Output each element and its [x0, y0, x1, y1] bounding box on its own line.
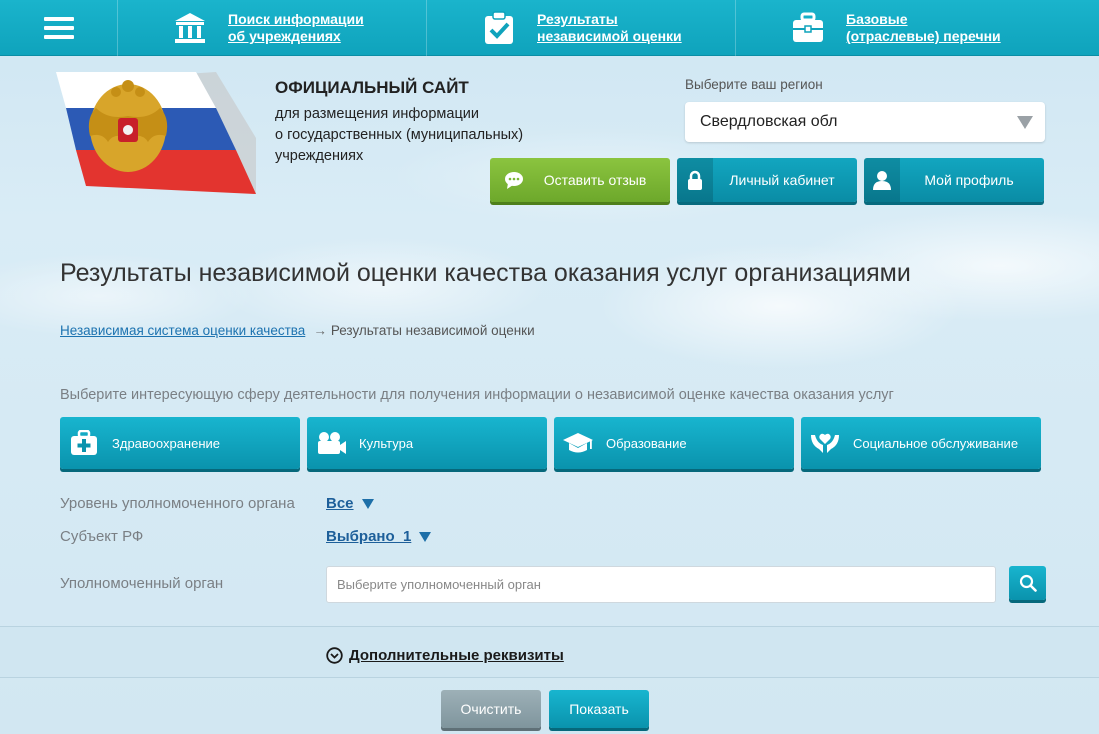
org-search-button[interactable]: [1009, 566, 1046, 600]
category-healthcare-button[interactable]: Здравоохранение: [60, 417, 300, 469]
lock-icon: [677, 158, 713, 202]
graduation-cap-icon: [554, 417, 602, 469]
site-title: ОФИЦИАЛЬНЫЙ САЙТ: [275, 78, 469, 97]
category-prompt: Выберите интересующую сферу деятельности…: [60, 387, 894, 403]
briefcase-icon: [793, 12, 823, 42]
menu-button[interactable]: [0, 0, 118, 56]
search-icon: [1019, 574, 1037, 592]
subject-select[interactable]: Выбрано 1: [326, 528, 432, 545]
page-title: Результаты независимой оценки качества о…: [60, 259, 911, 287]
org-label: Уполномоченный орган: [60, 575, 224, 592]
extra-details-label: Дополнительные реквизиты: [349, 647, 564, 664]
breadcrumb-current: Результаты независимой оценки: [330, 323, 535, 338]
region-value: Свердловская обл: [700, 113, 838, 130]
category-label: Здравоохранение: [112, 435, 221, 451]
personal-cabinet-button[interactable]: Личный кабинет: [677, 158, 857, 202]
breadcrumb-separator: →: [313, 323, 327, 338]
category-label: Культура: [359, 435, 414, 451]
profile-label: Мой профиль: [924, 172, 1014, 188]
org-input[interactable]: [326, 566, 996, 603]
show-button[interactable]: Показать: [549, 690, 649, 728]
category-label: Социальное обслуживание: [853, 435, 1019, 451]
caring-hands-icon: [801, 417, 849, 469]
triangle-down-icon: [361, 498, 374, 509]
nav-item-institutions[interactable]: Поиск информации об учреждениях: [118, 0, 427, 56]
nav-item-label: Поиск информации об учреждениях: [228, 11, 364, 44]
nav-item-label: Результаты независимой оценки: [537, 11, 682, 44]
region-label: Выберите ваш регион: [685, 77, 823, 92]
cabinet-label: Личный кабинет: [729, 172, 835, 188]
user-icon: [864, 158, 900, 202]
triangle-down-icon: [419, 531, 432, 542]
building-icon: [175, 13, 205, 43]
clipboard-check-icon: [485, 11, 513, 44]
level-select[interactable]: Все: [326, 495, 374, 512]
feedback-label: Оставить отзыв: [543, 172, 647, 188]
medkit-icon: [60, 417, 108, 469]
breadcrumb: Независимая система оценки качества → Резу…: [60, 323, 535, 338]
chat-bubble-icon: [496, 158, 532, 202]
category-education-button[interactable]: Образование: [554, 417, 794, 469]
breadcrumb-link[interactable]: Независимая система оценки качества: [60, 323, 305, 338]
russian-flag-logo: [56, 72, 256, 194]
nav-item-label: Базовые (отраслевые) перечни: [846, 11, 1001, 44]
nav-item-assessment-results[interactable]: Результаты независимой оценки: [427, 0, 736, 56]
nav-item-base-lists[interactable]: Базовые (отраслевые) перечни: [736, 0, 1099, 56]
level-value: Все: [326, 495, 354, 512]
region-select[interactable]: Свердловская обл: [685, 102, 1045, 142]
chevron-down-circle-icon: [326, 647, 343, 664]
my-profile-button[interactable]: Мой профиль: [864, 158, 1044, 202]
subject-label: Субъект РФ: [60, 528, 144, 545]
hamburger-icon: [43, 17, 74, 39]
top-nav: Поиск информации об учреждениях Результа…: [0, 0, 1099, 56]
level-label: Уровень уполномоченного органа: [60, 495, 295, 512]
feedback-button[interactable]: Оставить отзыв: [490, 158, 670, 202]
category-label: Образование: [606, 435, 687, 451]
extra-details-toggle[interactable]: Дополнительные реквизиты: [326, 647, 564, 664]
movie-camera-icon: [307, 417, 355, 469]
category-social-service-button[interactable]: Социальное обслуживание: [801, 417, 1041, 469]
clear-button[interactable]: Очистить: [441, 690, 541, 728]
dropdown-arrow-icon: [1017, 116, 1033, 129]
category-culture-button[interactable]: Культура: [307, 417, 547, 469]
subject-value: Выбрано 1: [326, 528, 412, 545]
